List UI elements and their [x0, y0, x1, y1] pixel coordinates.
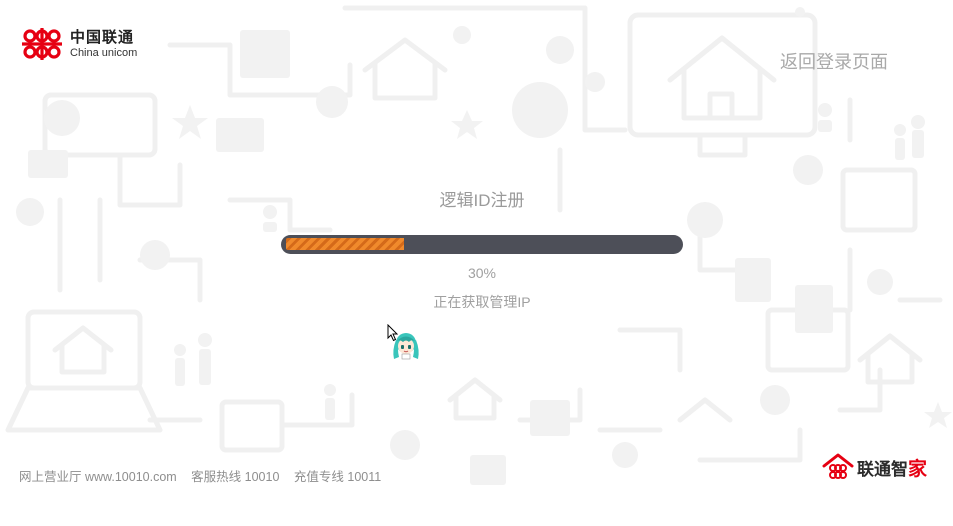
china-unicom-knot-icon — [22, 28, 62, 60]
background-illustration — [5, 5, 952, 485]
smart-home-brand: 联通智家 — [822, 453, 927, 481]
brand-name-accent: 家 — [907, 457, 927, 480]
status-text: 正在获取管理IP — [433, 294, 531, 310]
footer-service-hotline: 客服热线 10010 — [191, 470, 280, 484]
brand-name-main: 联通智 — [856, 459, 908, 480]
progress-bar — [281, 235, 683, 254]
back-to-login-link[interactable]: 返回登录页面 — [780, 48, 888, 74]
logo-name-en: China unicom — [70, 46, 138, 59]
smart-home-icon — [822, 453, 854, 479]
brand-name: 联通智家 — [857, 454, 927, 481]
logo-name-cn: 中国联通 — [70, 27, 135, 46]
footer-info: 网上营业厅 www.10010.com 客服热线 10010 充值专线 1001… — [19, 466, 392, 485]
footer-recharge-line: 充值专线 10011 — [293, 470, 382, 484]
progress-bar-fill — [286, 238, 404, 250]
china-unicom-logo: 中国联通 China unicom — [18, 26, 137, 62]
mouse-pointer-icon — [387, 324, 399, 342]
page-title: 逻辑ID注册 — [439, 191, 525, 210]
progress-percent: 30% — [467, 265, 497, 281]
footer-online-hall: 网上营业厅 www.10010.com — [19, 470, 177, 484]
